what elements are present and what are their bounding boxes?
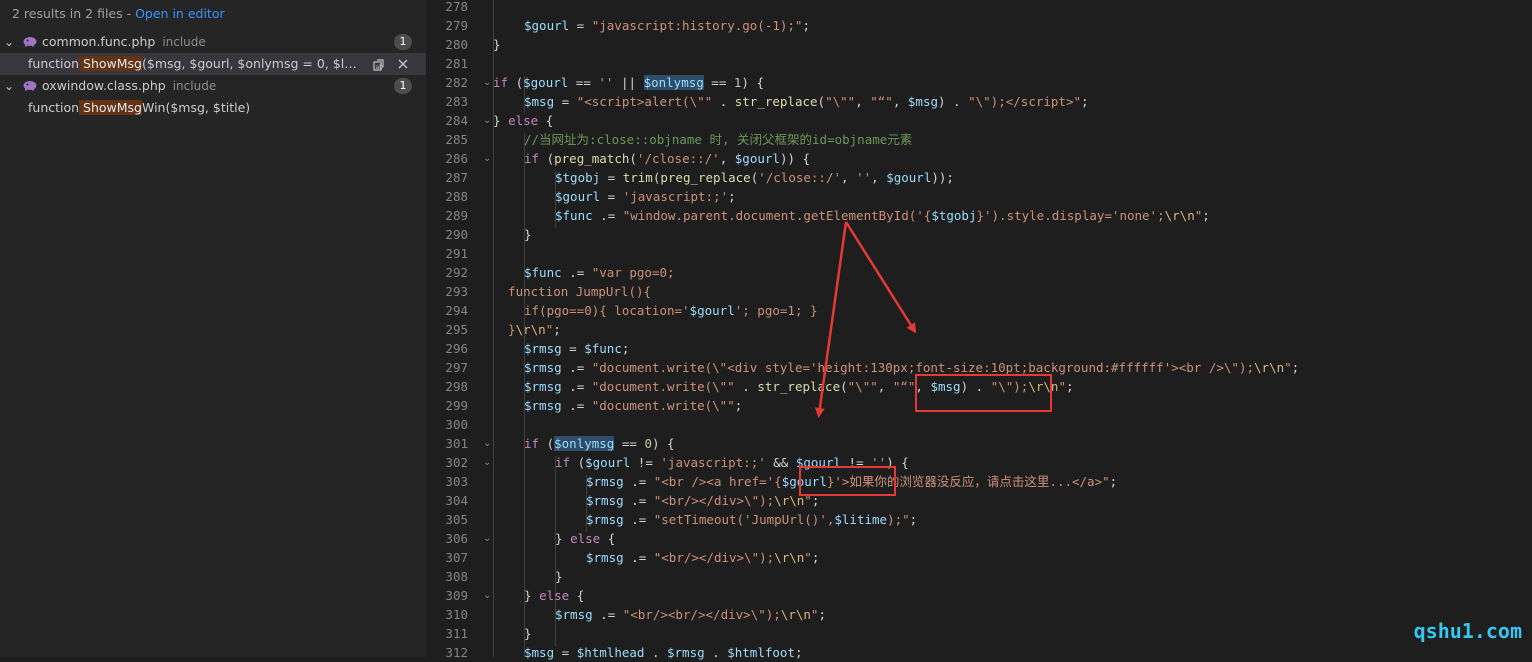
fold-chevron-icon[interactable]: ⌄ xyxy=(483,149,493,168)
summary-separator: - xyxy=(122,6,136,21)
match-suffix: ($msg, $gourl, $onlymsg = 0, $limittime … xyxy=(142,56,360,71)
code-editor[interactable]: 278 279 280 281 282 283 284 285 286 287 … xyxy=(426,0,1532,660)
match-highlight: ShowMsg xyxy=(79,56,142,71)
file-result-oxwindow-class[interactable]: ⌄ oxwindow.class.php include 1 xyxy=(0,75,426,97)
arrow-to-gourl xyxy=(814,221,848,418)
dismiss-icon[interactable] xyxy=(396,57,410,71)
file-name: oxwindow.class.php xyxy=(42,78,166,93)
file-name: common.func.php xyxy=(42,34,156,49)
chevron-down-icon[interactable]: ⌄ xyxy=(4,75,16,97)
replace-icon[interactable]: ab xyxy=(372,57,386,71)
match-highlight: ShowMsg xyxy=(79,100,142,115)
fold-chevron-icon[interactable]: ⌄ xyxy=(483,453,493,472)
file-directory: include xyxy=(162,35,206,49)
results-count-text: 2 results in 2 files xyxy=(12,6,123,21)
match-suffix: Win($msg, $title) xyxy=(142,100,251,115)
fold-chevron-icon[interactable]: ⌄ xyxy=(483,73,493,92)
match-count-badge: 1 xyxy=(394,34,412,50)
file-directory: include xyxy=(172,79,217,93)
svg-text:ab: ab xyxy=(376,64,384,71)
fold-chevron-icon[interactable]: ⌄ xyxy=(483,434,493,453)
fold-chevron-icon[interactable]: ⌄ xyxy=(483,586,493,605)
annotation-arrows xyxy=(814,221,917,418)
fold-chevron-icon[interactable]: ⌄ xyxy=(483,111,493,130)
match-count-badge: 1 xyxy=(394,78,412,94)
fold-chevron-icon[interactable]: ⌄ xyxy=(483,529,493,548)
php-file-icon xyxy=(23,81,37,91)
chevron-down-icon[interactable]: ⌄ xyxy=(4,31,16,53)
search-results-panel: 2 results in 2 files - Open in editor ⌄ … xyxy=(0,0,426,657)
php-file-icon xyxy=(23,37,37,47)
match-line-showmsgwin[interactable]: function ShowMsgWin($msg, $title) xyxy=(0,97,426,119)
search-summary: 2 results in 2 files - Open in editor xyxy=(12,6,225,21)
watermark: qshu1.com xyxy=(1413,619,1522,643)
open-in-editor-link[interactable]: Open in editor xyxy=(135,6,225,21)
file-result-common-func[interactable]: ⌄ common.func.php include 1 xyxy=(0,31,426,53)
arrow-to-msg xyxy=(844,221,917,334)
match-prefix: function xyxy=(28,100,80,115)
match-prefix: function xyxy=(28,56,80,71)
match-line-showmsg[interactable]: function ShowMsg($msg, $gourl, $onlymsg … xyxy=(0,53,426,75)
